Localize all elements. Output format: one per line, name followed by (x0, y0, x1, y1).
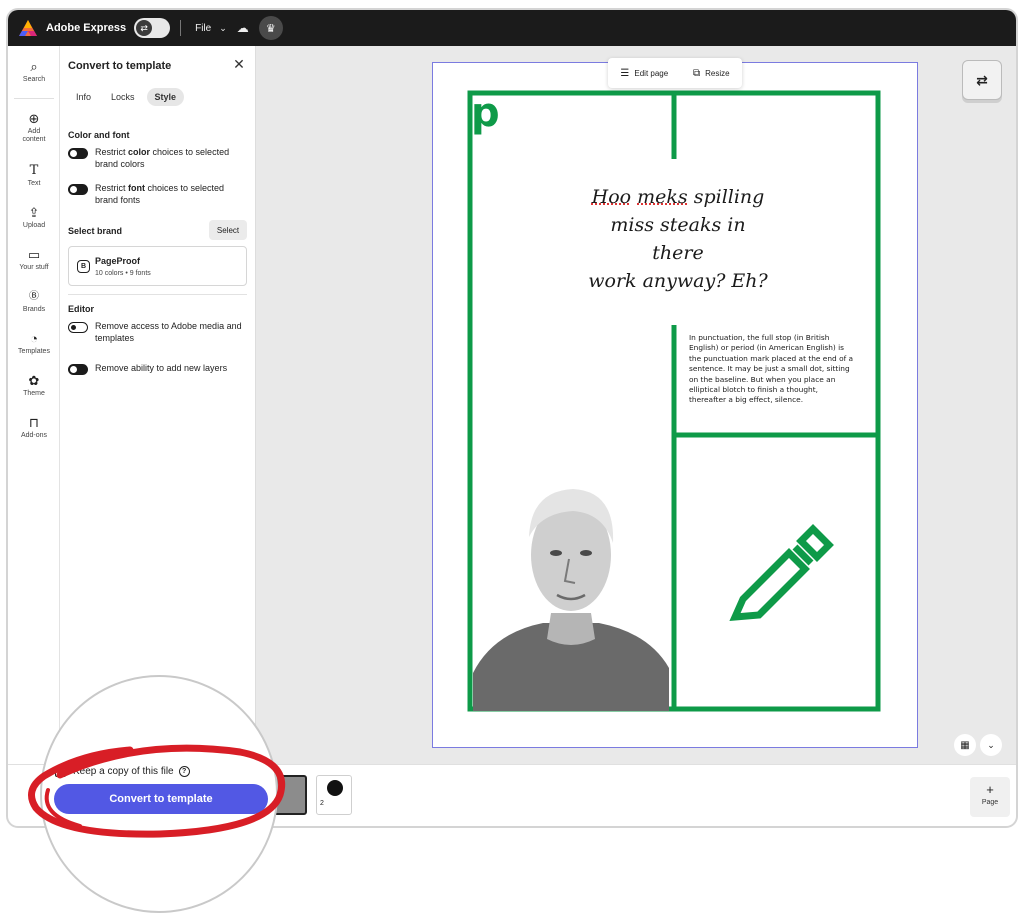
rail-item-add-content[interactable]: ⊕ Add content (8, 112, 60, 144)
resize-icon: ⧉ (693, 67, 701, 79)
restrict-font-label: Restrict font choices to selected brand … (95, 183, 225, 205)
page-number: 2 (320, 800, 324, 807)
pencil-icon (729, 524, 834, 621)
file-menu-label: File (195, 22, 212, 34)
adobe-express-logo[interactable] (18, 19, 38, 37)
add-page-button[interactable]: + Page (970, 777, 1010, 817)
mode-toggle[interactable]: ⇄ (134, 18, 171, 38)
sliders-icon: ☰ (620, 67, 630, 79)
restrict-font-row: Restrict font choices to selected brand … (68, 182, 243, 206)
file-menu[interactable]: File ⌄ (195, 23, 227, 34)
keep-copy-checkbox[interactable] (55, 766, 66, 777)
design-page: p Hoo meks spilling miss steaks in there… (433, 63, 919, 749)
restrict-color-row: Restrict color choices to selected brand… (68, 146, 243, 170)
rail-item-label: Text (27, 180, 41, 187)
help-icon[interactable]: ? (178, 766, 190, 777)
top-bar: Adobe Express ⇄ File ⌄ ☁ ♛ (8, 10, 1016, 46)
panel-tabs: Info Locks Style (68, 88, 188, 106)
rail-divider (14, 98, 54, 99)
restrict-font-toggle[interactable] (68, 184, 88, 195)
rail-item-brands[interactable]: Ⓑ Brands (8, 290, 60, 314)
add-page-label: Page (981, 799, 999, 806)
grid-view-icon[interactable]: ▦ (954, 734, 976, 756)
rail-item-search[interactable]: ⌕ Search (8, 60, 60, 84)
crown-icon[interactable]: ♛ (258, 16, 283, 40)
design-headline[interactable]: Hoo meks spilling miss steaks in there w… (583, 183, 773, 295)
plus-circle-icon: ⊕ (28, 111, 40, 126)
resize-label: Resize (705, 68, 730, 78)
chevron-down-icon[interactable]: ⌄ (980, 734, 1002, 756)
portrait-photo (473, 463, 669, 711)
upload-icon: ⇪ (28, 205, 40, 220)
remove-access-toggle[interactable] (68, 322, 88, 333)
select-brand-heading: Select brand (68, 226, 123, 236)
page-frame[interactable]: p Hoo meks spilling miss steaks in there… (432, 62, 918, 748)
resize-button[interactable]: ⧉ Resize (693, 68, 730, 79)
rail-item-label: Upload (22, 222, 46, 229)
rail-item-your-stuff[interactable]: ▭ Your stuff (8, 248, 60, 272)
rail-item-label: Brands (22, 306, 46, 313)
collaborate-icon[interactable]: ⇄ (962, 60, 1002, 100)
folder-icon: ▭ (27, 247, 41, 262)
page-toolbar: ☰ Edit page ⧉ Resize (608, 58, 742, 88)
rail-item-label: Add-ons (20, 432, 48, 439)
rail-item-label: Add content (22, 128, 46, 143)
tab-style[interactable]: Style (146, 88, 185, 106)
rail-item-text[interactable]: T Text (8, 164, 60, 188)
templates-icon: ◔ (30, 331, 38, 346)
cloud-icon[interactable]: ☁ (237, 21, 249, 35)
topbar-divider (180, 20, 182, 36)
remove-access-label: Remove access to Adobe media and templat… (95, 321, 242, 343)
rail-item-label: Templates (18, 348, 50, 355)
edit-page-button[interactable]: ☰ Edit page (620, 68, 668, 79)
remove-access-row: Remove access to Adobe media and templat… (68, 320, 243, 344)
editor-heading: Editor (68, 304, 94, 314)
select-brand-button[interactable]: Select (209, 220, 247, 240)
plus-icon: + (986, 782, 994, 797)
design-body-text[interactable]: In punctuation, the full stop (in Britis… (689, 333, 855, 406)
palette-icon: ✿ (28, 373, 40, 388)
rail-item-upload[interactable]: ⇪ Upload (8, 206, 60, 230)
convert-template-panel: Convert to template ✕ Info Locks Style C… (60, 46, 256, 766)
addons-icon: ⊓ (28, 415, 40, 430)
remove-layers-label: Remove ability to add new layers (95, 363, 228, 373)
page-thumbnail-2[interactable]: 2 (316, 775, 352, 815)
search-icon: ⌕ (30, 59, 38, 74)
left-rail: ⌕ Search ⊕ Add content T Text ⇪ Upload ▭… (8, 46, 60, 766)
rail-item-label: Search (22, 76, 46, 83)
close-icon[interactable]: ✕ (230, 56, 248, 73)
rail-item-label: Your stuff (19, 264, 49, 271)
rail-item-label: Theme (23, 390, 45, 397)
brand-meta: 10 colors • 9 fonts (95, 270, 151, 277)
color-font-heading: Color and font (68, 130, 130, 140)
rail-item-add-ons[interactable]: ⊓ Add-ons (8, 416, 60, 440)
keep-copy-row: Keep a copy of this file ? (55, 766, 190, 777)
panel-title: Convert to template (68, 60, 172, 72)
thumbnail-dot (327, 780, 343, 796)
app-name: Adobe Express (46, 22, 127, 34)
keep-copy-label: Keep a copy of this file (73, 766, 174, 777)
brand-icon: B (77, 260, 90, 273)
edit-page-label: Edit page (634, 68, 669, 78)
brand-name: PageProof (95, 256, 141, 266)
remove-layers-toggle[interactable] (68, 364, 88, 375)
tab-locks[interactable]: Locks (103, 88, 143, 106)
convert-to-template-button[interactable]: Convert to template (54, 784, 268, 814)
panel-divider (68, 294, 247, 295)
brand-card[interactable]: B PageProof 10 colors • 9 fonts (68, 246, 247, 286)
tab-info[interactable]: Info (68, 88, 99, 106)
toggle-icon: ⇄ (136, 20, 153, 36)
canvas-area: p Hoo meks spilling miss steaks in there… (256, 46, 1016, 764)
brand-icon: Ⓑ (29, 291, 39, 302)
chevron-down-icon: ⌄ (219, 22, 227, 33)
remove-layers-row: Remove ability to add new layers (68, 362, 243, 375)
text-icon: T (29, 163, 39, 178)
rail-item-theme[interactable]: ✿ Theme (8, 374, 60, 398)
rail-item-templates[interactable]: ◔ Templates (8, 332, 60, 356)
design-logo-letter: p (471, 90, 500, 136)
restrict-color-toggle[interactable] (68, 148, 88, 159)
restrict-color-label: Restrict color choices to selected brand… (95, 147, 230, 169)
